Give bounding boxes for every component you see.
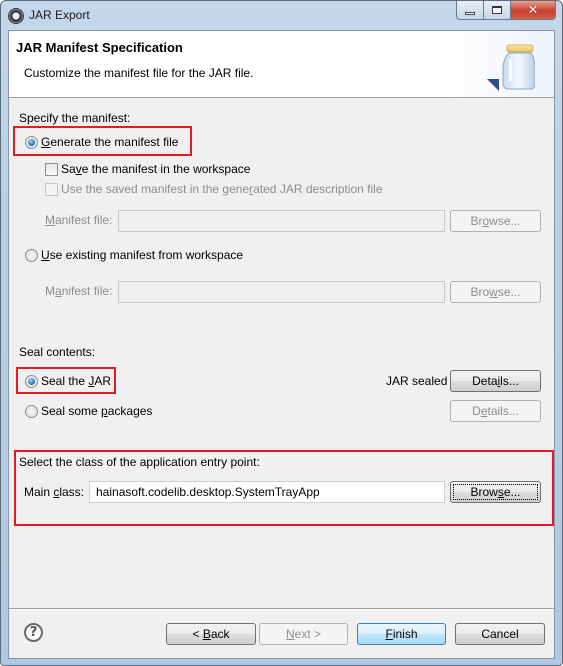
- label-text: Brow: [470, 485, 498, 499]
- manifest-file-input-2[interactable]: [118, 281, 445, 303]
- title-bar[interactable]: JAR Export ✕: [1, 1, 562, 29]
- mnemonic: a: [55, 284, 62, 298]
- label-text: M: [45, 284, 55, 298]
- browse-manifest-button-2[interactable]: Bro w se...: [450, 281, 541, 303]
- seal-packages-radio[interactable]: [25, 405, 38, 418]
- use-saved-manifest-checkbox[interactable]: [45, 183, 58, 196]
- label-text: ack: [210, 627, 230, 641]
- minimize-button[interactable]: [456, 1, 484, 20]
- label-text: Main: [24, 485, 54, 499]
- browse-main-class-button[interactable]: Brow s e...: [450, 481, 541, 503]
- jar-sealed-status: JAR sealed: [386, 374, 448, 388]
- label-text: <: [192, 627, 203, 641]
- help-icon[interactable]: ?: [24, 623, 43, 642]
- generate-manifest-radio[interactable]: [25, 136, 38, 149]
- minimize-icon: [465, 11, 475, 15]
- label-text: nifest file:: [61, 284, 113, 298]
- use-existing-manifest-label[interactable]: Use existing manifest from workspace: [41, 248, 243, 262]
- mnemonic: w: [489, 285, 498, 299]
- save-manifest-label[interactable]: Save the manifest in the workspace: [61, 162, 250, 176]
- jar-export-window: JAR Export ✕ JAR Manifest Specification …: [0, 0, 563, 666]
- mnemonic: M: [45, 213, 55, 227]
- label-text: D: [472, 404, 481, 418]
- label-text: ext >: [294, 627, 322, 641]
- label-text: Seal some: [41, 404, 102, 418]
- label-text: e...: [503, 485, 521, 499]
- use-existing-manifest-radio[interactable]: [25, 249, 38, 262]
- mnemonic: F: [385, 627, 393, 641]
- label-text: Use the saved manifest in the gene: [61, 182, 250, 196]
- save-manifest-checkbox[interactable]: [45, 163, 58, 176]
- label-text: wse...: [489, 214, 521, 228]
- window-controls: ✕: [456, 1, 556, 21]
- footer-separator: [9, 608, 554, 610]
- label-text: AR: [94, 374, 112, 388]
- label-text: Seal the: [41, 374, 89, 388]
- label-text: Deta: [472, 374, 498, 388]
- specify-manifest-label: Specify the manifest:: [19, 111, 131, 125]
- browse-manifest-button-1[interactable]: Br o wse...: [450, 210, 541, 232]
- jar-icon: [487, 44, 535, 91]
- page-description: Customize the manifest file for the JAR …: [24, 66, 254, 80]
- maximize-icon: [492, 6, 502, 14]
- wizard-banner: JAR Manifest Specification Customize the…: [9, 31, 554, 98]
- manifest-file-label-1: Manifest file:: [45, 213, 112, 227]
- label-text: Bro: [470, 285, 490, 299]
- generate-manifest-label[interactable]: Generate the manifest file: [41, 135, 178, 149]
- mnemonic: U: [41, 248, 50, 262]
- packages-details-button[interactable]: De tails...: [450, 400, 541, 422]
- dialog-client-area: JAR Manifest Specification Customize the…: [8, 30, 555, 659]
- entry-point-label: Select the class of the application entr…: [19, 455, 260, 469]
- label-text: Sa: [61, 162, 76, 176]
- label-text: lass:: [59, 485, 85, 499]
- mnemonic: G: [41, 135, 51, 149]
- mnemonic: N: [285, 627, 295, 641]
- seal-details-button[interactable]: Deta i ls...: [450, 370, 541, 392]
- label-text: ated JAR description file: [253, 182, 383, 196]
- label-text: ackages: [107, 404, 153, 418]
- mnemonic: e: [480, 404, 488, 418]
- seal-jar-label[interactable]: Seal the JAR: [41, 374, 111, 388]
- seal-contents-label: Seal contents:: [19, 345, 96, 359]
- label-text: se existing manifest from workspace: [49, 248, 244, 262]
- page-title: JAR Manifest Specification: [16, 40, 183, 55]
- window-title: JAR Export: [29, 8, 90, 22]
- label-text: tails...: [487, 404, 519, 418]
- manifest-file-label-2: Manifest file:: [45, 284, 112, 298]
- close-button[interactable]: ✕: [511, 1, 556, 20]
- seal-packages-label[interactable]: Seal some packages: [41, 404, 152, 418]
- label-text: e the manifest in the workspace: [81, 162, 251, 176]
- close-icon: ✕: [527, 2, 539, 18]
- cancel-button[interactable]: Cancel: [455, 623, 545, 645]
- mnemonic: p: [101, 404, 108, 418]
- back-button[interactable]: < Back: [166, 623, 256, 645]
- label-text: ls...: [500, 374, 519, 388]
- finish-button[interactable]: Finish: [357, 623, 446, 645]
- field-value: hainasoft.codelib.desktop.SystemTrayApp: [96, 485, 320, 499]
- main-class-label: Main class:: [24, 485, 84, 499]
- main-class-input[interactable]: hainasoft.codelib.desktop.SystemTrayApp: [89, 481, 445, 503]
- label-text: Br: [470, 214, 483, 228]
- label-text: inish: [392, 627, 418, 641]
- label-text: se...: [497, 285, 521, 299]
- eclipse-app-icon: [8, 8, 24, 24]
- label-text: anifest file:: [55, 213, 113, 227]
- use-saved-manifest-label: Use the saved manifest in the generated …: [61, 182, 383, 196]
- manifest-file-input-1[interactable]: [118, 210, 445, 232]
- maximize-button[interactable]: [484, 1, 511, 20]
- mnemonic: B: [202, 627, 211, 641]
- label-text: enerate the manifest file: [50, 135, 179, 149]
- next-button[interactable]: Next >: [259, 623, 348, 645]
- seal-jar-radio[interactable]: [25, 375, 38, 388]
